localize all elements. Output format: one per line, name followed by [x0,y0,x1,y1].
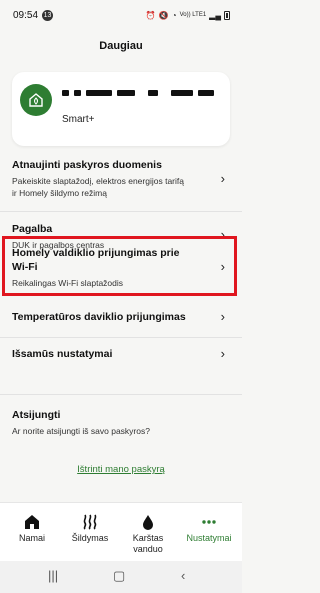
menu-item-title: Temperatūros daviklio prijungimas [12,311,186,323]
menu-item-subtitle: Pakeiskite slaptažodį, elektros energijo… [12,176,184,186]
chevron-right-icon: › [220,171,225,186]
back-button[interactable]: ‹ [181,569,185,583]
more-dots-icon [179,513,239,531]
nav-item-hot-water[interactable]: Karštas vanduo [118,503,178,561]
menu-item-update-account[interactable]: Atnaujinti paskyros duomenis Pakeiskite … [0,157,242,209]
signal-icon: ▂▄ [209,11,221,20]
status-bar: 09:54 13 ⏰ 🔇 ◔ Vo)) LTE1 ▂▄ [0,0,242,30]
nav-label: Namai [18,533,45,543]
divider [0,394,242,395]
chevron-right-icon: › [220,309,225,324]
bottom-navigation: Namai Šildymas Karštas vanduo Nustatymai [0,502,242,561]
alarm-icon: ⏰ [145,11,156,20]
menu-item-subtitle: Ar norite atsijungti iš savo paskyros? [12,426,150,436]
notification-badge: 13 [42,10,53,21]
system-navigation-bar: ||| ▢ ‹ [0,561,242,593]
wifi-icon: ◔ [171,11,177,20]
water-drop-icon [118,513,178,531]
menu-item-temperature-sensor[interactable]: Temperatūros daviklio prijungimas › [0,303,242,333]
page-title: Daugiau [99,40,143,52]
nav-label: Nustatymai [186,533,232,543]
nav-label: vanduo [133,544,163,554]
divider [0,211,242,212]
plan-label: Smart+ [62,114,95,125]
recent-apps-button[interactable]: ||| [48,569,58,583]
menu-item-advanced-settings[interactable]: Išsamūs nustatymai › [0,340,242,370]
nav-label: Šildymas [71,533,109,543]
mute-icon: 🔇 [158,11,169,20]
delete-account-link[interactable]: Ištrinti mano paskyrą [0,464,242,475]
nav-item-home[interactable]: Namai [2,503,62,561]
chevron-right-icon: › [220,346,225,361]
menu-item-logout[interactable]: Atsijungti Ar norite atsijungti iš savo … [0,405,242,441]
menu-item-subtitle: ir Homely šildymo režimą [12,188,107,198]
menu-item-title: Atsijungti [12,409,61,421]
divider [0,337,242,338]
home-icon [2,513,62,531]
heat-waves-icon [60,513,120,531]
status-time: 09:54 [13,10,39,21]
home-logo-icon [20,84,52,116]
nav-item-settings[interactable]: Nustatymai [179,503,239,561]
account-card[interactable]: Smart+ [12,72,230,146]
battery-icon [224,11,230,20]
masked-account-name [62,90,214,96]
status-icons: ⏰ 🔇 ◔ Vo)) LTE1 ▂▄ [146,10,230,21]
menu-item-title: Atnaujinti paskyros duomenis [12,159,162,171]
network-indicator: Vo)) LTE1 [179,12,207,18]
nav-item-heating[interactable]: Šildymas [60,503,120,561]
home-button[interactable]: ▢ [113,569,125,583]
highlight-box [2,236,237,296]
menu-item-title: Pagalba [12,223,53,235]
nav-label: Karštas [132,533,164,543]
menu-item-title: Išsamūs nustatymai [12,348,113,360]
